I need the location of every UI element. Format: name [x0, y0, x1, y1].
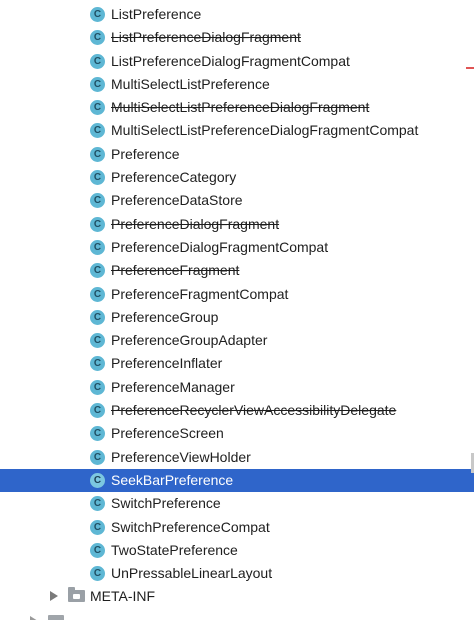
tree-item-label: ListPreferenceDialogFragmentCompat — [111, 52, 350, 69]
tree-item-3[interactable]: C MultiSelectListPreference — [0, 73, 474, 96]
tree-item-label: ListPreferenceDialogFragment — [111, 29, 301, 46]
class-icon: C — [90, 309, 105, 325]
tree-item-16[interactable]: C PreferenceManager — [0, 376, 474, 399]
tree-item-22[interactable]: C SwitchPreferenceCompat — [0, 516, 474, 539]
class-icon: C — [90, 379, 105, 395]
chevron-right-icon[interactable] — [30, 616, 38, 620]
class-icon: C — [90, 30, 105, 46]
error-stripe-marker[interactable] — [466, 67, 474, 69]
folder-icon — [68, 587, 85, 603]
tree-item-6[interactable]: C Preference — [0, 143, 474, 166]
tree-item-24[interactable]: C UnPressableLinearLayout — [0, 562, 474, 585]
tree-item-label: TwoStatePreference — [111, 541, 238, 558]
tree-item-label: PreferenceDataStore — [111, 192, 243, 209]
tree-item-label: SwitchPreference — [111, 495, 221, 512]
tree-item-11[interactable]: C PreferenceFragment — [0, 259, 474, 282]
class-icon: C — [90, 286, 105, 302]
class-icon: C — [90, 170, 105, 186]
tree-item-label: PreferenceViewHolder — [111, 448, 251, 465]
tree-item-label: PreferenceScreen — [111, 425, 224, 442]
class-icon: C — [90, 519, 105, 535]
class-icon: C — [90, 263, 105, 279]
tree-item-0[interactable]: C ListPreference — [0, 3, 474, 26]
class-icon: C — [90, 566, 105, 582]
tree-item-14[interactable]: C PreferenceGroupAdapter — [0, 329, 474, 352]
class-icon: C — [90, 449, 105, 465]
tree-item-5[interactable]: C MultiSelectListPreferenceDialogFragment… — [0, 119, 474, 142]
tree-item-10[interactable]: C PreferenceDialogFragmentCompat — [0, 236, 474, 259]
tree-item-label: PreferenceGroup — [111, 308, 219, 325]
tree-item-label: PreferenceRecyclerViewAccessibilityDeleg… — [111, 402, 397, 419]
class-icon: C — [90, 496, 105, 512]
tree-item-8[interactable]: C PreferenceDataStore — [0, 189, 474, 212]
tree-item-label: UnPressableLinearLayout — [111, 565, 273, 582]
class-icon: C — [90, 53, 105, 69]
class-icon: C — [90, 123, 105, 139]
tree-item-label: PreferenceInflater — [111, 355, 223, 372]
tree-item-18[interactable]: C PreferenceScreen — [0, 422, 474, 445]
class-icon: C — [90, 146, 105, 162]
tree-item-label: ListPreference — [111, 6, 202, 22]
class-icon: C — [90, 333, 105, 349]
tree-folder-meta-inf[interactable]: META-INF — [0, 585, 474, 608]
tree-item-21[interactable]: C SwitchPreference — [0, 492, 474, 515]
partial-tree-row[interactable] — [0, 614, 474, 620]
tree-item-label: PreferenceGroupAdapter — [111, 332, 268, 349]
class-icon: C — [90, 542, 105, 558]
tree-item-12[interactable]: C PreferenceFragmentCompat — [0, 283, 474, 306]
tree-item-label: PreferenceFragment — [111, 262, 240, 279]
class-icon: C — [90, 193, 105, 209]
tree-item-23[interactable]: C TwoStatePreference — [0, 539, 474, 562]
chevron-right-icon[interactable] — [50, 591, 58, 602]
tree-item-7[interactable]: C PreferenceCategory — [0, 166, 474, 189]
tree-item-label: SeekBarPreference — [111, 471, 234, 488]
tree-item-17[interactable]: C PreferenceRecyclerViewAccessibilityDele… — [0, 399, 474, 422]
tree-item-label: MultiSelectListPreferenceDialogFragment — [111, 99, 370, 116]
tree-item-15[interactable]: C PreferenceInflater — [0, 352, 474, 375]
tree-item-label: PreferenceFragmentCompat — [111, 285, 289, 302]
tree-item-label: Preference — [111, 145, 180, 162]
tree-item-13[interactable]: C PreferenceGroup — [0, 306, 474, 329]
tree-item-label: PreferenceCategory — [111, 169, 237, 186]
class-icon: C — [90, 356, 105, 372]
class-icon: C — [90, 216, 105, 232]
tree-folder-label: META-INF — [90, 588, 156, 605]
folder-icon — [48, 615, 64, 620]
project-tree: C ListPreference C ListPreferenceDialogFrag… — [0, 3, 474, 609]
tree-item-label: PreferenceDialogFragment — [111, 215, 280, 232]
class-icon: C — [90, 239, 105, 255]
tree-item-label: MultiSelectListPreference — [111, 75, 270, 92]
tree-item-19[interactable]: C PreferenceViewHolder — [0, 446, 474, 469]
tree-item-label: PreferenceManager — [111, 378, 235, 395]
class-icon: C — [90, 403, 105, 419]
tree-item-20[interactable]: C SeekBarPreference — [0, 468, 474, 493]
tree-item-4[interactable]: C MultiSelectListPreferenceDialogFragment — [0, 96, 474, 119]
tree-item-1[interactable]: C ListPreferenceDialogFragment — [0, 26, 474, 49]
tree-item-9[interactable]: C PreferenceDialogFragment — [0, 213, 474, 236]
class-icon: C — [90, 7, 105, 22]
class-icon: C — [90, 472, 105, 488]
class-icon: C — [90, 426, 105, 442]
tree-item-label: MultiSelectListPreferenceDialogFragmentC… — [111, 122, 419, 139]
class-icon: C — [90, 100, 105, 116]
tree-item-label: PreferenceDialogFragmentCompat — [111, 238, 329, 255]
tree-item-2[interactable]: C ListPreferenceDialogFragmentCompat — [0, 50, 474, 73]
class-icon: C — [90, 76, 105, 92]
tree-item-label: SwitchPreferenceCompat — [111, 518, 270, 535]
